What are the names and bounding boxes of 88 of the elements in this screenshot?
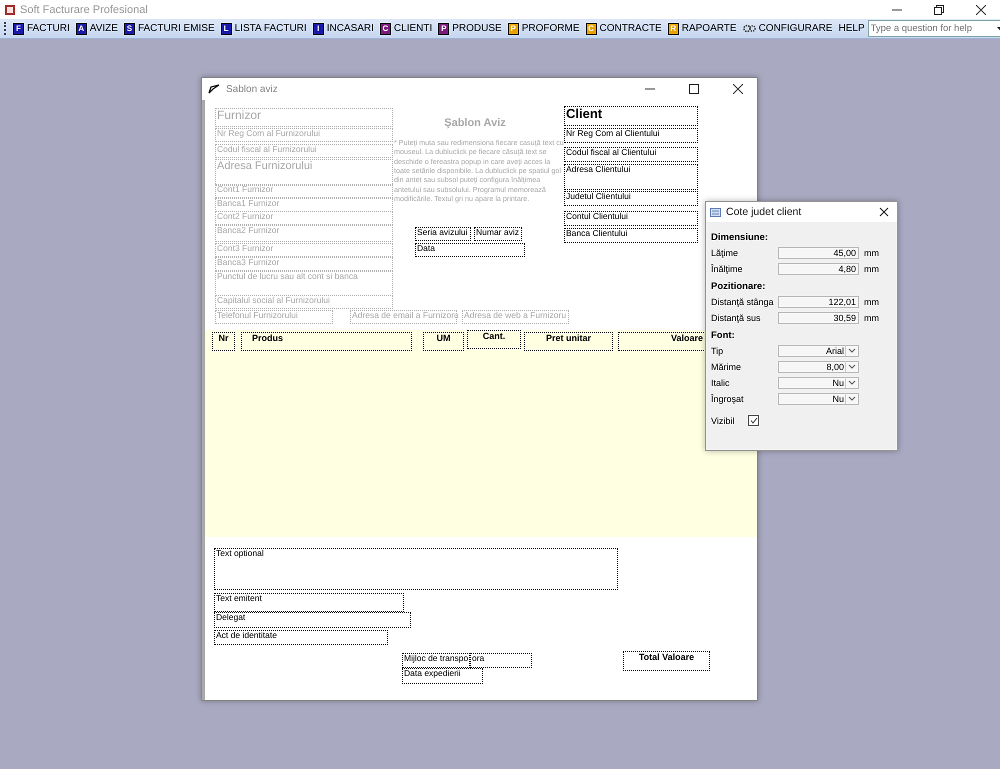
unit-label: mm bbox=[864, 296, 879, 306]
menu-item[interactable]: A AVIZE bbox=[72, 20, 121, 37]
dropdown-field[interactable]: Nu bbox=[778, 392, 859, 404]
number-field[interactable]: 45,00 bbox=[778, 246, 859, 258]
menu-letter-icon: I bbox=[312, 22, 324, 34]
unit-label: mm bbox=[864, 312, 879, 322]
menu-item[interactable]: C CONTRACTE bbox=[582, 20, 665, 37]
menu-item[interactable]: R RAPOARTE bbox=[664, 20, 740, 37]
menu-letter-icon: L bbox=[220, 22, 232, 34]
window-title: Sablon aviz bbox=[226, 84, 279, 94]
menu-item[interactable]: I INCASARI bbox=[310, 20, 377, 37]
template-heading: Şablon Aviz bbox=[443, 117, 507, 129]
menu-item[interactable]: F FACTURI bbox=[10, 20, 73, 37]
section-title: Pozitionare: bbox=[711, 281, 766, 292]
template-field[interactable]: Act de identitate bbox=[214, 630, 388, 645]
close-icon[interactable] bbox=[733, 84, 743, 94]
field-label: Italic bbox=[711, 378, 731, 388]
template-field[interactable]: Seria avizului bbox=[415, 227, 471, 241]
menu-item[interactable]: P PRODUSE bbox=[435, 20, 505, 37]
menu-item[interactable]: L LISTA FACTURI bbox=[218, 20, 310, 37]
app-logo-icon bbox=[4, 4, 16, 16]
restore-icon[interactable] bbox=[934, 4, 944, 14]
menu-letter-icon: F bbox=[13, 22, 24, 34]
gear-icon bbox=[742, 23, 756, 34]
template-field[interactable]: Banca Clientului bbox=[564, 228, 698, 243]
form-icon bbox=[710, 208, 721, 216]
template-field[interactable]: Text optional bbox=[214, 548, 618, 590]
menu-letter-icon: P bbox=[438, 22, 450, 34]
template-field[interactable]: Adresa Clientului bbox=[564, 164, 698, 190]
column-header[interactable]: Cant. bbox=[467, 330, 521, 349]
dropdown-caret-icon[interactable] bbox=[845, 361, 858, 372]
section-title: Font: bbox=[711, 330, 736, 341]
field-label: Vizibil bbox=[711, 416, 734, 426]
dialog-title: Cote judet client bbox=[726, 206, 802, 218]
template-field[interactable]: Text emitent bbox=[214, 593, 404, 612]
menu-letter-icon: P bbox=[508, 22, 519, 34]
field-label: Distanţă sus bbox=[711, 312, 762, 322]
section-title: Dimensiune: bbox=[711, 232, 770, 243]
template-field[interactable]: Judetul Clientului bbox=[564, 191, 698, 206]
column-header[interactable]: Pret unitar bbox=[524, 332, 613, 351]
menu-letter-icon: R bbox=[668, 22, 679, 34]
template-field[interactable]: Numar aviz bbox=[474, 227, 522, 241]
field-label: Tip bbox=[711, 346, 724, 356]
unit-label: mm bbox=[864, 248, 879, 258]
dropdown-caret-icon[interactable] bbox=[845, 377, 858, 388]
menu-letter-icon: A bbox=[76, 22, 87, 34]
field-label: Mărime bbox=[711, 362, 742, 372]
dropdown-field[interactable]: 8,00 bbox=[778, 360, 859, 372]
number-field[interactable]: 4,80 bbox=[778, 262, 859, 274]
pen-icon bbox=[208, 84, 220, 94]
template-field[interactable]: Codul fiscal al Clientului bbox=[564, 147, 698, 162]
dropdown-field[interactable]: Nu bbox=[778, 376, 859, 388]
column-header[interactable]: UM bbox=[423, 332, 464, 351]
column-header[interactable]: Nr bbox=[212, 332, 235, 351]
template-field[interactable]: Data expedierii bbox=[402, 668, 483, 684]
template-field[interactable]: Mijloc de transpo bbox=[402, 653, 470, 668]
field-label: Lăţime bbox=[711, 248, 740, 258]
unit-label: mm bbox=[864, 264, 879, 274]
help-search-field[interactable]: Type a question for help bbox=[868, 20, 1000, 37]
dropdown-caret-icon[interactable] bbox=[845, 345, 858, 356]
menu-item[interactable]: P PROFORME bbox=[504, 20, 582, 37]
menu-letter-icon: C bbox=[586, 22, 596, 34]
menu-item[interactable]: HELP bbox=[835, 20, 868, 37]
menu-item[interactable]: S FACTURI EMISE bbox=[120, 20, 218, 37]
template-field[interactable]: Delegat bbox=[214, 612, 411, 628]
template-field[interactable]: Client bbox=[564, 106, 698, 126]
field-label: Distanţă stânga bbox=[711, 296, 775, 306]
menu-item[interactable]: C CLIENTI bbox=[376, 20, 436, 37]
menu-item[interactable]: CONFIGURARE bbox=[740, 20, 836, 37]
dropdown-field[interactable]: Arial bbox=[778, 344, 859, 356]
menu-letter-icon: S bbox=[124, 22, 135, 34]
maximize-icon[interactable] bbox=[689, 84, 699, 94]
template-field[interactable]: Total Valoare bbox=[623, 651, 710, 671]
close-icon[interactable] bbox=[879, 207, 889, 217]
menu-letter-icon: C bbox=[380, 22, 391, 34]
dropdown-caret-icon[interactable] bbox=[845, 393, 858, 404]
template-field[interactable]: Data bbox=[415, 243, 525, 257]
template-field[interactable]: ora bbox=[470, 653, 532, 668]
number-field[interactable]: 122,01 bbox=[778, 296, 859, 308]
app-title: Soft Facturare Profesional bbox=[20, 4, 149, 16]
template-field[interactable]: Nr Reg Com al Clientului bbox=[564, 128, 698, 143]
close-icon[interactable] bbox=[976, 4, 986, 14]
number-field[interactable]: 30,59 bbox=[778, 312, 859, 324]
column-header[interactable]: Produs bbox=[241, 332, 412, 351]
visible-checkbox[interactable] bbox=[748, 415, 760, 426]
field-label: Înălţime bbox=[711, 264, 744, 274]
template-field[interactable]: Contul Clientului bbox=[564, 211, 698, 226]
field-label: Îngroşat bbox=[711, 394, 745, 404]
